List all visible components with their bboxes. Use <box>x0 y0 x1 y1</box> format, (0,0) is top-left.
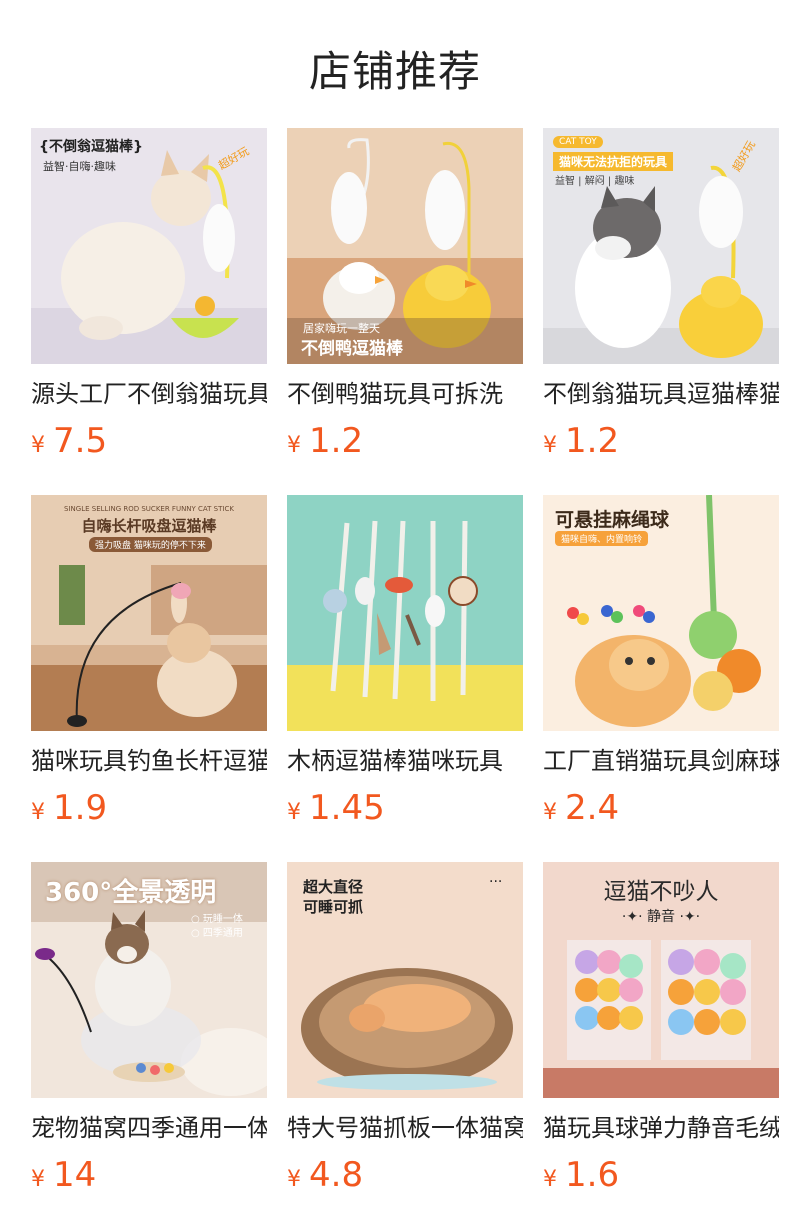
overlay-line1: ○ 玩睡一体 <box>191 914 243 925</box>
product-card[interactable]: SINGLE SELLING ROD SUCKER FUNNY CAT STIC… <box>31 495 267 862</box>
product-image[interactable]: {不倒翁逗猫棒} 益智·自嗨·趣味 超好玩 <box>31 128 267 364</box>
product-card[interactable]: 居家嗨玩一整天 不倒鸭逗猫棒 不倒鸭猫玩具可拆洗 ¥1.2 <box>287 128 523 495</box>
product-price: ¥4.8 <box>287 1150 523 1205</box>
more-icon[interactable]: ··· <box>489 874 502 890</box>
product-image[interactable]: 360°全景透明 ○ 玩睡一体 ○ 四季通用 <box>31 862 267 1098</box>
product-image[interactable] <box>287 495 523 731</box>
product-card[interactable]: 木柄逗猫棒猫咪玩具 ¥1.45 <box>287 495 523 862</box>
price-value: 7.5 <box>53 421 108 461</box>
price-value: 1.6 <box>565 1155 620 1195</box>
currency-symbol: ¥ <box>287 433 301 458</box>
product-name[interactable]: 猫玩具球弹力静音毛绒 <box>543 1108 779 1148</box>
price-value: 1.2 <box>309 421 364 461</box>
product-image[interactable]: 可悬挂麻绳球 猫咪自嗨、内置响铃 <box>543 495 779 731</box>
overlay-title: 猫咪无法抗拒的玩具 <box>553 152 674 171</box>
overlay-title: 360°全景透明 <box>45 878 217 908</box>
product-card[interactable]: 超大直径 可睡可抓 ··· 特大号猫抓板一体猫窝 ¥4.8 <box>287 862 523 1229</box>
product-card[interactable]: 360°全景透明 ○ 玩睡一体 ○ 四季通用 宠物猫窝四季通用一体 ¥14 <box>31 862 267 1229</box>
currency-symbol: ¥ <box>543 800 557 825</box>
product-price: ¥1.6 <box>543 1150 779 1205</box>
product-name[interactable]: 宠物猫窝四季通用一体 <box>31 1108 267 1148</box>
currency-symbol: ¥ <box>287 800 301 825</box>
overlay-title: {不倒翁逗猫棒} <box>39 139 143 155</box>
product-grid: {不倒翁逗猫棒} 益智·自嗨·趣味 超好玩 源头工厂不倒翁猫玩具 ¥7.5 居家… <box>31 128 790 1229</box>
overlay-subtitle: 强力吸盘 猫咪玩的停不下来 <box>89 537 212 552</box>
overlay-line2: ○ 四季通用 <box>191 928 243 939</box>
price-value: 1.45 <box>309 788 385 828</box>
price-value: 2.4 <box>565 788 620 828</box>
price-value: 1.2 <box>565 421 620 461</box>
price-value: 14 <box>53 1155 97 1195</box>
overlay-title: 可悬挂麻绳球 <box>555 509 670 531</box>
product-price: ¥2.4 <box>543 783 779 838</box>
overlay-title: 不倒鸭逗猫棒 <box>301 339 403 359</box>
product-name[interactable]: 猫咪玩具钓鱼长杆逗猫 <box>31 741 267 781</box>
product-price: ¥1.2 <box>287 416 523 471</box>
overlay-subtitle: 可睡可抓 <box>303 898 364 916</box>
currency-symbol: ¥ <box>31 800 45 825</box>
product-price: ¥1.9 <box>31 783 267 838</box>
currency-symbol: ¥ <box>543 433 557 458</box>
currency-symbol: ¥ <box>287 1167 301 1192</box>
overlay-subtitle: 益智·自嗨·趣味 <box>43 160 116 173</box>
product-image[interactable]: 超大直径 可睡可抓 ··· <box>287 862 523 1098</box>
overlay-subtitle-text: 静音 <box>647 909 675 925</box>
overlay-title: 逗猫不吵人 <box>603 879 719 905</box>
product-name[interactable]: 不倒鸭猫玩具可拆洗 <box>287 374 523 414</box>
overlay-title: 自嗨长杆吸盘逗猫棒 <box>81 517 217 535</box>
product-price: ¥14 <box>31 1150 267 1205</box>
product-card[interactable]: 可悬挂麻绳球 猫咪自嗨、内置响铃 工厂直销猫玩具剑麻球 ¥2.4 <box>543 495 779 862</box>
overlay-subtitle: 益智 | 解闷 | 趣味 <box>555 176 635 187</box>
overlay-title: 超大直径 <box>303 878 364 896</box>
product-name[interactable]: 特大号猫抓板一体猫窝 <box>287 1108 523 1148</box>
product-name[interactable]: 不倒翁猫玩具逗猫棒猫 <box>543 374 779 414</box>
currency-symbol: ¥ <box>543 1167 557 1192</box>
product-image[interactable]: 居家嗨玩一整天 不倒鸭逗猫棒 <box>287 128 523 364</box>
product-name[interactable]: 源头工厂不倒翁猫玩具 <box>31 374 267 414</box>
product-card[interactable]: {不倒翁逗猫棒} 益智·自嗨·趣味 超好玩 源头工厂不倒翁猫玩具 ¥7.5 <box>31 128 267 495</box>
product-image[interactable]: 逗猫不吵人 ·✦· 静音 ·✦· <box>543 862 779 1098</box>
overlay-subtitle: ·✦· 静音 ·✦· <box>621 909 701 925</box>
currency-symbol: ¥ <box>31 1167 45 1192</box>
product-card[interactable]: CAT TOY 猫咪无法抗拒的玩具 益智 | 解闷 | 趣味 超好玩 不倒翁猫玩… <box>543 128 779 495</box>
product-price: ¥1.2 <box>543 416 779 471</box>
product-card[interactable]: 逗猫不吵人 ·✦· 静音 ·✦· 猫玩具球弹力静音毛绒 ¥1.6 <box>543 862 779 1229</box>
overlay-badge: CAT TOY <box>553 136 603 148</box>
overlay-subtitle: 猫咪自嗨、内置响铃 <box>555 531 649 546</box>
product-price: ¥7.5 <box>31 416 267 471</box>
overlay-line2-text: 四季通用 <box>202 928 243 939</box>
product-image[interactable]: CAT TOY 猫咪无法抗拒的玩具 益智 | 解闷 | 趣味 超好玩 <box>543 128 779 364</box>
product-name[interactable]: 木柄逗猫棒猫咪玩具 <box>287 741 523 781</box>
currency-symbol: ¥ <box>31 433 45 458</box>
product-price: ¥1.45 <box>287 783 523 838</box>
product-name[interactable]: 工厂直销猫玩具剑麻球 <box>543 741 779 781</box>
product-image[interactable]: SINGLE SELLING ROD SUCKER FUNNY CAT STIC… <box>31 495 267 731</box>
page-title: 店铺推荐 <box>308 47 481 96</box>
price-value: 4.8 <box>309 1155 364 1195</box>
overlay-small: SINGLE SELLING ROD SUCKER FUNNY CAT STIC… <box>64 505 234 513</box>
price-value: 1.9 <box>53 788 108 828</box>
